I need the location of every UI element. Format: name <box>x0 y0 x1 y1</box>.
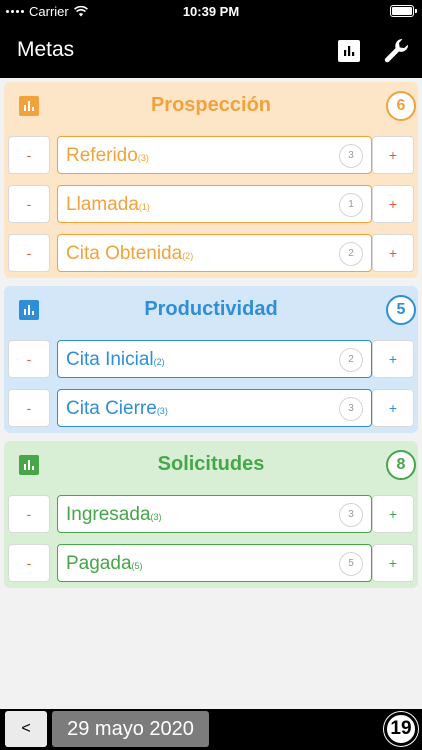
goal-label: Cita Obtenida(2) <box>66 243 194 264</box>
section-title: Prospección <box>150 94 272 116</box>
battery-icon <box>390 5 417 17</box>
page-title: Metas <box>17 38 75 61</box>
goal-count: 3 <box>339 144 363 168</box>
section-title: Productividad <box>144 298 278 320</box>
goal-field[interactable]: Referido(3) 3 <box>57 136 372 174</box>
increment-button[interactable]: + <box>372 495 414 533</box>
section-total-badge: 6 <box>386 91 416 121</box>
goal-target: (5) <box>131 561 143 571</box>
goal-target: (2) <box>182 251 194 261</box>
daily-total-badge: 19 <box>384 712 418 746</box>
goal-field[interactable]: Ingresada(3) 3 <box>57 495 372 533</box>
goal-label: Cita Inicial(2) <box>66 349 165 370</box>
goal-target: (1) <box>138 202 150 212</box>
goal-field[interactable]: Pagada(5) 5 <box>57 544 372 582</box>
section-title: Solicitudes <box>157 453 265 475</box>
status-bar: Carrier 10:39 PM <box>0 0 422 24</box>
wrench-icon[interactable] <box>382 36 412 66</box>
goal-label: Pagada(5) <box>66 553 143 574</box>
goal-row-ingresada: - Ingresada(3) 3 + <box>8 495 414 533</box>
goal-target: (2) <box>153 357 165 367</box>
section-total-badge: 5 <box>386 295 416 325</box>
goal-label: Referido(3) <box>66 145 149 166</box>
goal-count: 1 <box>339 193 363 217</box>
goal-label: Ingresada(3) <box>66 504 162 525</box>
decrement-button[interactable]: - <box>8 234 50 272</box>
goal-row-cita-inicial: - Cita Inicial(2) 2 + <box>8 340 414 378</box>
goal-target: (3) <box>137 153 149 163</box>
goal-count: 2 <box>339 348 363 372</box>
goal-row-pagada: - Pagada(5) 5 + <box>8 544 414 582</box>
goal-target: (3) <box>156 406 168 416</box>
goal-row-llamada: - Llamada(1) 1 + <box>8 185 414 223</box>
goal-field[interactable]: Llamada(1) 1 <box>57 185 372 223</box>
increment-button[interactable]: + <box>372 340 414 378</box>
goal-field[interactable]: Cita Inicial(2) 2 <box>57 340 372 378</box>
section-prospeccion: Prospección 6 - Referido(3) 3 + - Llamad… <box>4 82 418 278</box>
decrement-button[interactable]: - <box>8 389 50 427</box>
goal-count: 5 <box>339 552 363 576</box>
section-solicitudes: Solicitudes 8 - Ingresada(3) 3 + - Pagad… <box>4 441 418 588</box>
goal-count: 2 <box>339 242 363 266</box>
goal-field[interactable]: Cita Obtenida(2) 2 <box>57 234 372 272</box>
nav-bar: Metas <box>0 24 422 78</box>
decrement-button[interactable]: - <box>8 340 50 378</box>
bar-chart-icon[interactable] <box>338 40 360 62</box>
increment-button[interactable]: + <box>372 234 414 272</box>
previous-day-button[interactable]: < <box>5 711 47 747</box>
goal-label: Llamada(1) <box>66 194 150 215</box>
increment-button[interactable]: + <box>372 389 414 427</box>
decrement-button[interactable]: - <box>8 136 50 174</box>
decrement-button[interactable]: - <box>8 185 50 223</box>
decrement-button[interactable]: - <box>8 495 50 533</box>
goal-row-referido: - Referido(3) 3 + <box>8 136 414 174</box>
increment-button[interactable]: + <box>372 136 414 174</box>
increment-button[interactable]: + <box>372 185 414 223</box>
date-display[interactable]: 29 mayo 2020 <box>52 711 209 747</box>
increment-button[interactable]: + <box>372 544 414 582</box>
goal-row-cita-obtenida: - Cita Obtenida(2) 2 + <box>8 234 414 272</box>
goal-field[interactable]: Cita Cierre(3) 3 <box>57 389 372 427</box>
goal-count: 3 <box>339 503 363 527</box>
goal-row-cita-cierre: - Cita Cierre(3) 3 + <box>8 389 414 427</box>
bottom-bar: < 29 mayo 2020 19 <box>0 709 422 750</box>
goal-label: Cita Cierre(3) <box>66 398 168 419</box>
section-productividad: Productividad 5 - Cita Inicial(2) 2 + - … <box>4 286 418 433</box>
goal-target: (3) <box>150 512 162 522</box>
goal-count: 3 <box>339 397 363 421</box>
decrement-button[interactable]: - <box>8 544 50 582</box>
status-time: 10:39 PM <box>182 4 240 19</box>
section-total-badge: 8 <box>386 450 416 480</box>
